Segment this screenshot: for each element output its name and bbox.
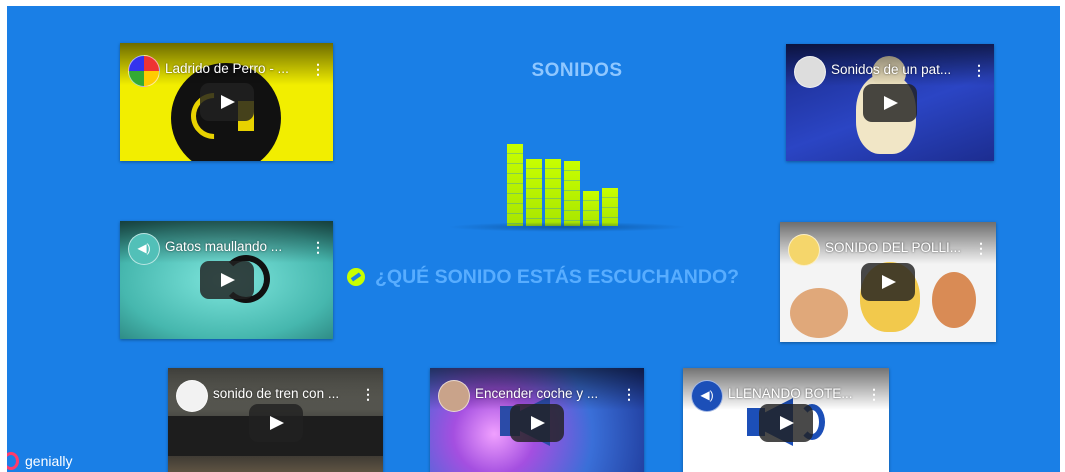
- video-title: Sonidos de un pat...: [831, 62, 952, 77]
- presentation-canvas: SONIDOS ¿QUÉ SONIDO ESTÁS ESCUCHANDO? La…: [7, 6, 1060, 472]
- video-duck-sounds[interactable]: Sonidos de un pat... ⋮: [786, 44, 994, 161]
- video-train-sound[interactable]: sonido de tren con ... ⋮: [168, 368, 383, 472]
- equalizer-bar: [602, 188, 618, 226]
- video-title: LLENANDO BOTE...: [728, 386, 853, 401]
- chick-icon: [788, 234, 820, 266]
- more-options-icon[interactable]: ⋮: [972, 62, 986, 78]
- play-button[interactable]: [861, 263, 915, 301]
- pen-icon: [176, 380, 208, 412]
- question-text: ¿QUÉ SONIDO ESTÁS ESCUCHANDO?: [375, 265, 740, 288]
- video-cats-meowing[interactable]: ◀) Gatos maullando ... ⋮: [120, 221, 333, 339]
- genially-logo-icon: [7, 452, 19, 470]
- play-button[interactable]: [199, 83, 254, 121]
- equalizer-shadow: [447, 222, 687, 232]
- ball-icon: [347, 268, 365, 286]
- page-title: SONIDOS: [531, 60, 623, 81]
- genially-branding[interactable]: genially: [7, 448, 72, 472]
- question-heading: ¿QUÉ SONIDO ESTÁS ESCUCHANDO?: [347, 262, 739, 292]
- play-button[interactable]: [248, 404, 303, 442]
- video-start-car[interactable]: Encender coche y ... ⋮: [430, 368, 644, 472]
- video-title: sonido de tren con ...: [213, 386, 340, 401]
- play-button[interactable]: [510, 404, 564, 442]
- portrait-icon: [438, 380, 470, 412]
- more-options-icon[interactable]: ⋮: [361, 386, 375, 402]
- equalizer-bar: [507, 144, 523, 226]
- equalizer-bar: [583, 191, 599, 226]
- video-title: Encender coche y ...: [475, 386, 599, 401]
- equalizer-bar: [564, 161, 580, 226]
- more-options-icon[interactable]: ⋮: [867, 386, 881, 402]
- video-title: Ladrido de Perro - ...: [165, 61, 289, 76]
- genially-label: genially: [25, 453, 73, 469]
- more-options-icon[interactable]: ⋮: [311, 61, 325, 77]
- play-button[interactable]: [759, 404, 813, 442]
- equalizer-bar: [545, 159, 561, 226]
- more-options-icon[interactable]: ⋮: [974, 240, 988, 256]
- equalizer-graphic: [507, 136, 627, 226]
- colorful-logo-icon: [128, 55, 160, 87]
- more-options-icon[interactable]: ⋮: [311, 239, 325, 255]
- more-options-icon[interactable]: ⋮: [622, 386, 636, 402]
- play-button[interactable]: [199, 261, 254, 299]
- video-filling-jar[interactable]: ◀) LLENANDO BOTE... ⋮: [683, 368, 889, 472]
- video-title: SONIDO DEL POLLI...: [825, 240, 962, 255]
- animals-icon: [794, 56, 826, 88]
- video-title: Gatos maullando ...: [165, 239, 283, 254]
- video-chick-sound[interactable]: SONIDO DEL POLLI... ⋮: [780, 222, 996, 342]
- speaker-icon: ◀): [128, 233, 160, 265]
- play-button[interactable]: [863, 83, 917, 122]
- speaker-icon: ◀): [691, 380, 723, 412]
- video-dog-bark[interactable]: Ladrido de Perro - ... ⋮: [120, 43, 333, 161]
- equalizer-bar: [526, 159, 542, 226]
